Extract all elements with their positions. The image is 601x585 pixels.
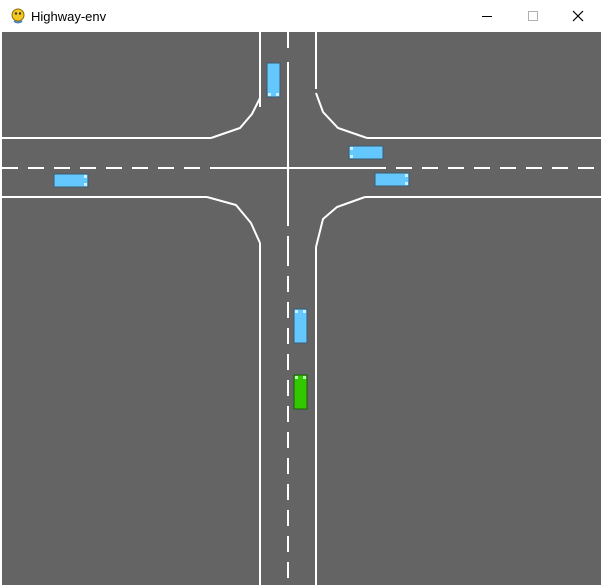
simulation-viewport	[2, 32, 601, 585]
intersection-scene	[2, 32, 601, 585]
minimize-button[interactable]	[464, 0, 510, 32]
vehicle-other	[53, 173, 89, 188]
maximize-button[interactable]	[510, 0, 556, 32]
app-window: Highway-env	[0, 0, 601, 585]
ego-vehicle	[293, 374, 308, 410]
vehicle-other	[293, 308, 308, 344]
vehicle-other	[266, 62, 281, 98]
close-button[interactable]	[555, 0, 601, 32]
title-bar[interactable]: Highway-env	[0, 0, 601, 32]
minimize-icon	[482, 16, 492, 17]
pygame-snake-icon	[10, 8, 26, 24]
window-title: Highway-env	[31, 9, 107, 24]
vehicle-other	[374, 172, 410, 187]
close-icon	[572, 10, 584, 22]
maximize-icon	[528, 11, 538, 21]
vehicle-other	[348, 145, 384, 160]
